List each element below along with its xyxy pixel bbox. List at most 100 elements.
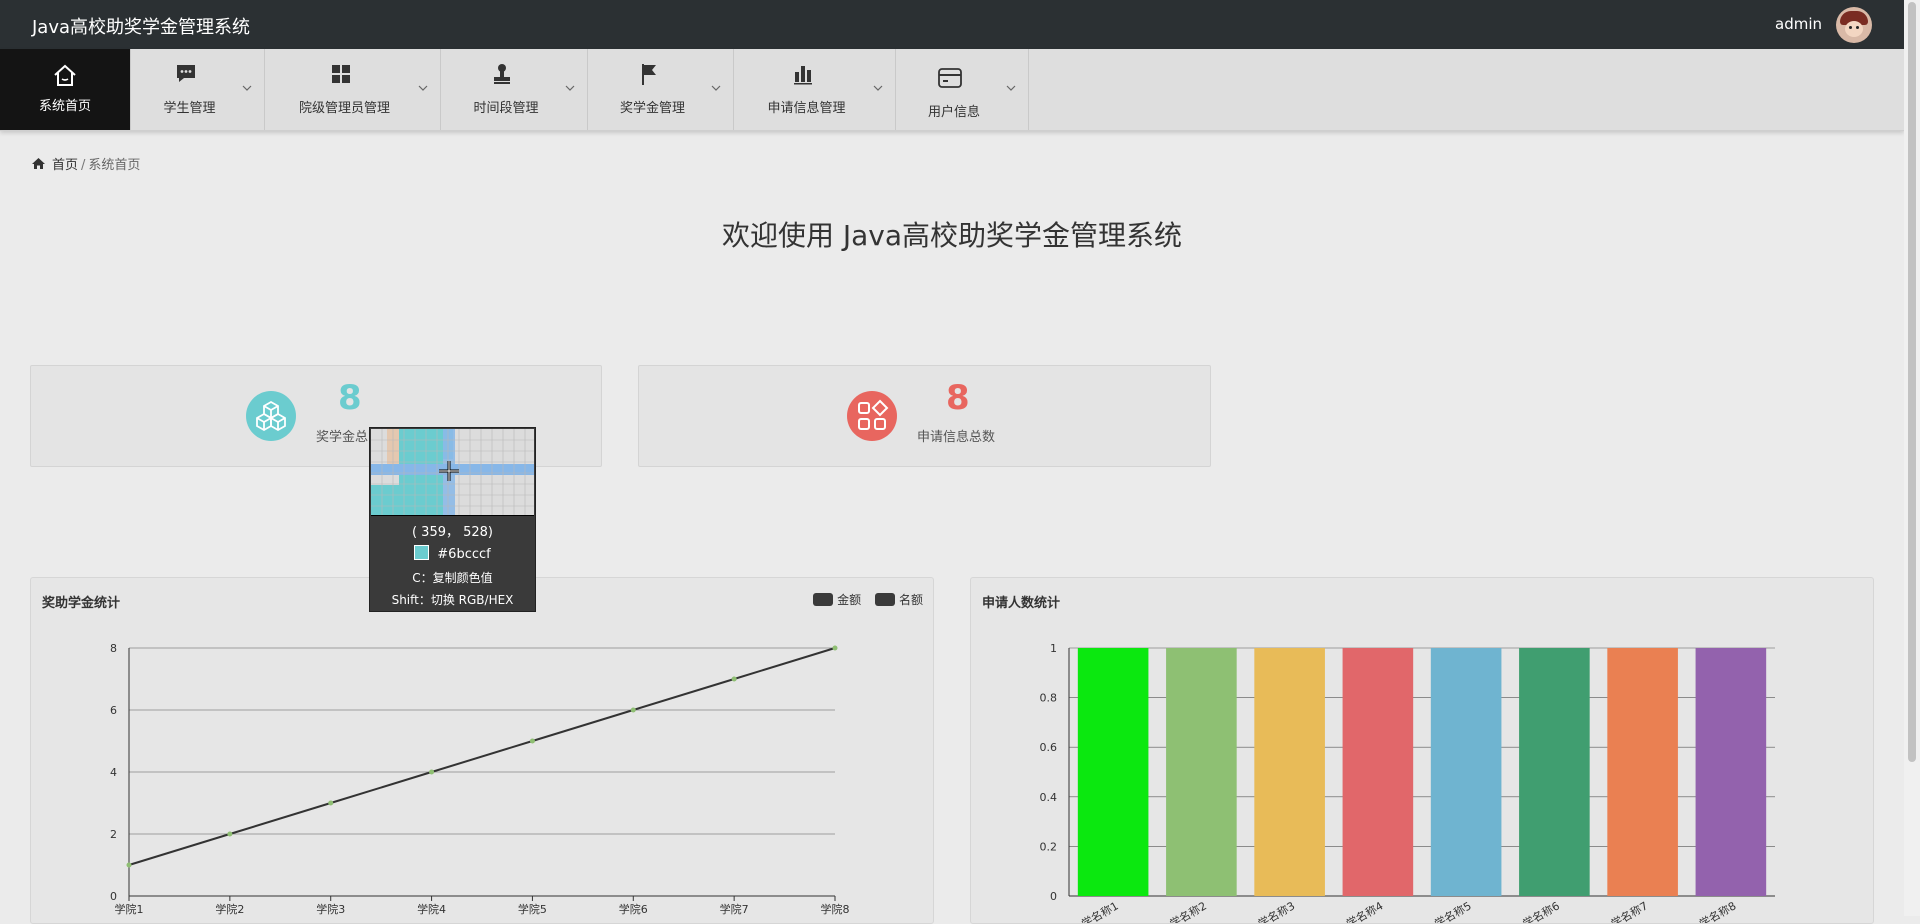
chevron-down-icon — [873, 85, 883, 91]
x-tick-label: 学名称8 — [1697, 898, 1739, 923]
flag-icon — [641, 64, 656, 85]
nav-item-home[interactable]: 系统首页 — [0, 49, 131, 130]
y-tick-label: 4 — [110, 766, 117, 779]
nav-item-student[interactable]: 学生管理 — [131, 49, 265, 130]
x-tick-label: 学院4 — [417, 902, 446, 916]
cube-icon — [246, 391, 296, 441]
picker-color-value: #6bcccf — [370, 545, 535, 562]
x-tick-label: 学名称6 — [1520, 898, 1562, 923]
chevron-down-icon — [242, 85, 252, 91]
y-tick-label: 0 — [110, 890, 117, 903]
breadcrumb-home-link[interactable]: 首页 — [52, 158, 78, 173]
nav-label: 院级管理员管理 — [298, 101, 390, 116]
x-tick-label: 学院8 — [821, 902, 850, 916]
stat-label: 申请信息总数 — [917, 430, 996, 445]
bar — [1166, 648, 1237, 896]
picker-coordinates: ( 359， 528) — [411, 525, 494, 540]
x-tick-label: 学名称4 — [1344, 898, 1386, 923]
nav-item-scholarship[interactable]: 奖学金管理 — [588, 49, 734, 130]
x-tick-label: 学院3 — [316, 902, 345, 916]
bar — [1519, 648, 1590, 896]
x-tick-label: 学名称1 — [1079, 898, 1121, 923]
data-point — [529, 738, 535, 744]
nav-item-admin[interactable]: 院级管理员管理 — [265, 49, 441, 130]
data-point — [227, 831, 233, 837]
nav-label: 时间段管理 — [473, 101, 539, 116]
app-title: Java高校助奖学金管理系统 — [32, 17, 251, 38]
magnifier — [371, 429, 534, 516]
top-bar: Java高校助奖学金管理系统 admin — [0, 0, 1904, 49]
x-tick-label: 学名称2 — [1167, 898, 1209, 923]
series-line — [128, 647, 836, 866]
main-nav: 系统首页 学生管理 院级管理员管理 时间段管理 奖学金管理 申请信息管理 用户信… — [0, 49, 1904, 131]
bar — [1077, 648, 1149, 896]
avatar[interactable] — [1836, 7, 1872, 43]
home-icon — [54, 64, 76, 86]
grid-icon — [331, 65, 350, 83]
nav-label: 奖学金管理 — [619, 101, 685, 116]
data-point — [832, 645, 838, 651]
bar-chart-icon — [793, 66, 812, 85]
nav-label: 系统首页 — [38, 99, 91, 114]
picker-tip-switch: Shift：切换 RGB/HEX — [391, 593, 514, 607]
bar — [1430, 648, 1502, 896]
breadcrumb-current: 系统首页 — [88, 158, 141, 173]
breadcrumb-separator: / — [81, 158, 86, 173]
page-scrollbar[interactable] — [1904, 0, 1920, 916]
y-tick-label: 8 — [110, 642, 117, 655]
home-icon — [32, 158, 45, 169]
y-tick-label: 0.2 — [1040, 840, 1058, 853]
x-tick-label: 学名称5 — [1432, 898, 1474, 923]
scrollbar-thumb[interactable] — [1908, 2, 1916, 762]
stat-value: 8 — [338, 378, 362, 418]
chart-panel-applicant-stats: 申请人数统计 0 0.2 0.4 0.6 0.8 1 学名称1 学名称2 学名称3 学名称4 学名称… — [970, 577, 1874, 924]
data-point — [429, 769, 435, 775]
data-point — [731, 676, 737, 682]
y-tick-label: 2 — [110, 828, 117, 841]
nav-item-period[interactable]: 时间段管理 — [441, 49, 588, 130]
nav-label: 申请信息管理 — [767, 101, 846, 116]
x-tick-label: 学院2 — [215, 902, 244, 916]
x-tick-label: 学名称7 — [1608, 898, 1650, 923]
y-tick-label: 0.6 — [1040, 741, 1058, 754]
y-tick-label: 6 — [110, 704, 117, 717]
user-name[interactable]: admin — [1775, 15, 1822, 33]
nav-label: 学生管理 — [163, 101, 216, 116]
picker-tip-copy: C：复制颜色值 — [412, 571, 493, 585]
x-tick-label: 学院5 — [518, 902, 547, 916]
data-point — [328, 800, 334, 806]
welcome-heading: 欢迎使用 Java高校助奖学金管理系统 — [721, 219, 1183, 252]
bar — [1342, 648, 1414, 896]
chevron-down-icon — [418, 85, 428, 91]
data-point — [630, 707, 636, 713]
x-tick-label: 学院7 — [720, 902, 749, 916]
nav-item-user-info[interactable]: 用户信息 — [896, 49, 1029, 130]
nav-item-application[interactable]: 申请信息管理 — [734, 49, 896, 130]
x-tick-label: 学名称3 — [1255, 898, 1297, 923]
bar-chart: 0 0.2 0.4 0.6 0.8 1 学名称1 学名称2 学名称3 学名称4 学名称5 学名称6 学名… — [1040, 642, 1775, 923]
bar — [1695, 648, 1767, 896]
color-swatch — [414, 545, 430, 560]
chevron-down-icon — [1006, 85, 1016, 91]
data-point — [126, 862, 132, 868]
stat-label: 奖学金总 — [316, 430, 369, 445]
line-chart: 0 2 4 6 8 学院1 学院2 学院3 学院4 学院5 学院6 学院7 学院8 — [110, 642, 850, 916]
color-picker-overlay: ( 359， 528) #6bcccf C：复制颜色值 Shift：切换 RGB… — [369, 427, 536, 612]
apps-icon — [847, 391, 897, 441]
chevron-down-icon — [711, 85, 721, 91]
stat-card-applications: 8 申请信息总数 — [638, 365, 1211, 467]
stamp-icon — [494, 64, 510, 84]
bar — [1254, 648, 1325, 896]
chat-icon — [176, 65, 195, 82]
breadcrumb: 首页 / 系统首页 — [31, 154, 140, 173]
chevron-down-icon — [565, 85, 575, 91]
card-icon — [938, 68, 962, 88]
nav-label: 用户信息 — [927, 105, 980, 120]
y-tick-label: 1 — [1050, 642, 1057, 655]
chart-panel-scholarship-stats: 奖助学金统计 金额 名额 0 2 4 6 8 学院1 学院2 学院3 学院4 学院5 学院6 学院7 学… — [30, 577, 934, 924]
y-tick-label: 0 — [1050, 890, 1057, 903]
x-tick-label: 学院6 — [619, 902, 648, 916]
y-tick-label: 0.8 — [1040, 692, 1058, 705]
stat-value: 8 — [946, 378, 970, 418]
x-tick-label: 学院1 — [115, 902, 144, 916]
